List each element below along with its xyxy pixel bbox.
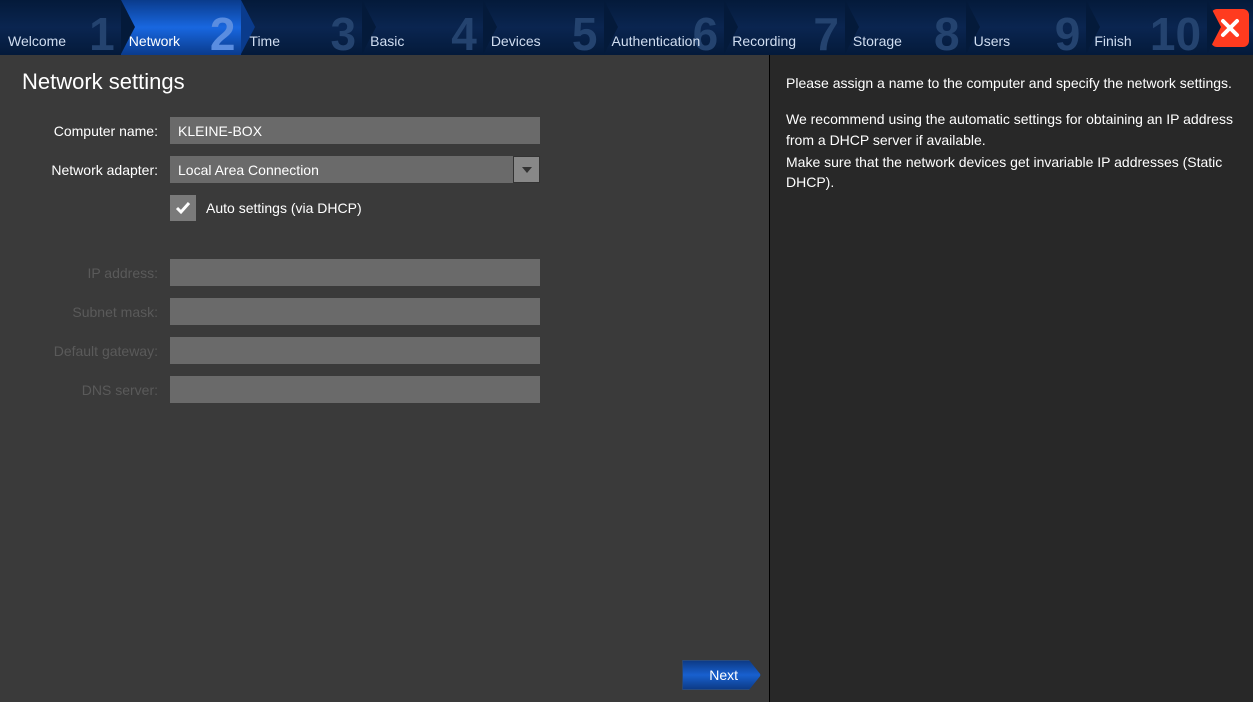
step-number: 9: [1055, 11, 1081, 57]
computer-name-label: Computer name:: [0, 123, 170, 139]
help-text-1: Please assign a name to the computer and…: [786, 73, 1237, 93]
network-adapter-value: Local Area Connection: [170, 156, 513, 183]
step-number: 10: [1150, 11, 1201, 57]
step-label: Recording: [732, 33, 796, 49]
next-button-label: Next: [709, 667, 738, 683]
computer-name-input[interactable]: [170, 117, 540, 144]
wizard-step-authentication[interactable]: 6 Authentication: [604, 0, 725, 55]
wizard-step-time[interactable]: 3 Time: [241, 0, 362, 55]
network-adapter-label: Network adapter:: [0, 162, 170, 178]
chevron-down-icon: [521, 164, 533, 176]
wizard-step-storage[interactable]: 8 Storage: [845, 0, 966, 55]
step-label: Finish: [1094, 33, 1131, 49]
wizard-stepbar: 1 Welcome 2 Network 3 Time 4 Basic 5 Dev…: [0, 0, 1253, 55]
step-label: Users: [974, 33, 1011, 49]
auto-dhcp-label: Auto settings (via DHCP): [206, 200, 362, 216]
page-title: Network settings: [22, 69, 769, 95]
dns-server-label: DNS server:: [0, 382, 170, 398]
subnet-mask-input: [170, 298, 540, 325]
ip-address-label: IP address:: [0, 265, 170, 281]
step-number: 4: [451, 11, 477, 57]
auto-dhcp-checkbox[interactable]: [170, 195, 196, 221]
step-number: 1: [89, 11, 115, 57]
step-number: 5: [572, 11, 598, 57]
network-adapter-select[interactable]: Local Area Connection: [170, 156, 540, 183]
wizard-step-network[interactable]: 2 Network: [121, 0, 242, 55]
step-label: Welcome: [8, 33, 66, 49]
step-number: 2: [210, 11, 236, 57]
next-button[interactable]: Next: [682, 660, 761, 690]
step-number: 3: [331, 11, 357, 57]
help-text-3: Make sure that the network devices get i…: [786, 152, 1237, 193]
step-label: Authentication: [612, 33, 701, 49]
wizard-step-recording[interactable]: 7 Recording: [724, 0, 845, 55]
wizard-step-devices[interactable]: 5 Devices: [483, 0, 604, 55]
step-label: Time: [249, 33, 280, 49]
dropdown-button[interactable]: [513, 156, 540, 183]
ip-address-input: [170, 259, 540, 286]
wizard-step-users[interactable]: 9 Users: [966, 0, 1087, 55]
step-number: 7: [813, 11, 839, 57]
help-panel: Please assign a name to the computer and…: [770, 55, 1253, 702]
dns-server-input: [170, 376, 540, 403]
help-text-2: We recommend using the automatic setting…: [786, 109, 1237, 150]
settings-panel: Network settings Computer name: Network …: [0, 55, 770, 702]
checkmark-icon: [174, 199, 192, 217]
step-label: Devices: [491, 33, 541, 49]
step-label: Basic: [370, 33, 404, 49]
step-number: 8: [934, 11, 960, 57]
subnet-mask-label: Subnet mask:: [0, 304, 170, 320]
step-label: Network: [129, 33, 180, 49]
default-gateway-label: Default gateway:: [0, 343, 170, 359]
default-gateway-input: [170, 337, 540, 364]
wizard-step-finish[interactable]: 10 Finish: [1086, 0, 1207, 55]
step-label: Storage: [853, 33, 902, 49]
wizard-step-basic[interactable]: 4 Basic: [362, 0, 483, 55]
wizard-step-welcome[interactable]: 1 Welcome: [0, 0, 121, 55]
network-form: Computer name: Network adapter: Local Ar…: [0, 117, 769, 403]
